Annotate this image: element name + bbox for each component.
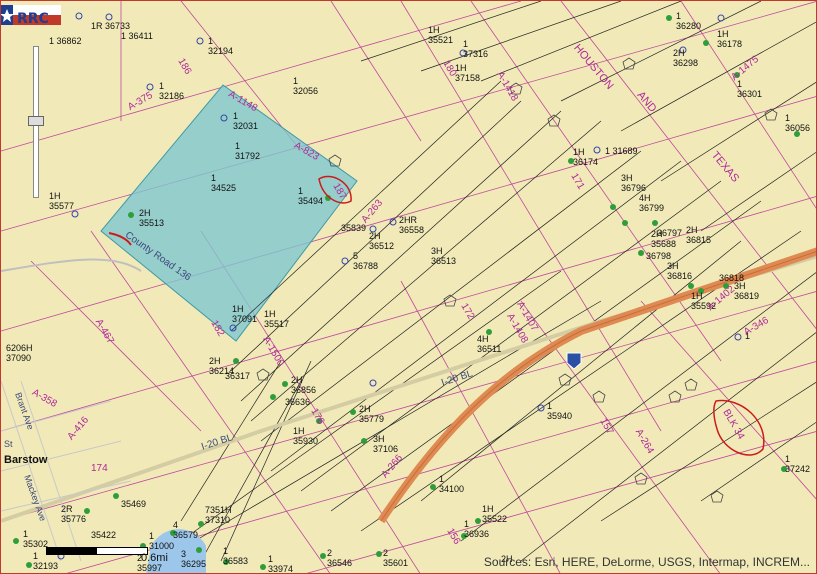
well-label: 1 35302 xyxy=(23,529,49,549)
well-label: 3H 36819 xyxy=(734,281,760,301)
well-label: 36798 xyxy=(646,251,672,261)
well-label: 1 37316 xyxy=(463,39,489,59)
well-label: 1 36936 xyxy=(464,519,490,539)
well-label: 1 32056 xyxy=(293,76,319,96)
railroad-commission-logo-icon: RRC xyxy=(1,5,61,27)
svg-text:RRC: RRC xyxy=(17,11,49,27)
well-label: 2H 35779 xyxy=(359,404,385,424)
well-label: 1H 35521 xyxy=(428,25,454,45)
well-label: 2H 36512 xyxy=(369,231,395,251)
zoom-slider[interactable] xyxy=(28,46,44,198)
well-label: 2HR 36558 xyxy=(399,215,425,235)
zoom-thumb[interactable] xyxy=(28,116,44,126)
scale-bar xyxy=(46,547,148,555)
well-label: 2R 35776 xyxy=(61,504,87,524)
well-label: 3H 37106 xyxy=(373,434,399,454)
attribution: Sources: Esri, HERE, DeLorme, USGS, Inte… xyxy=(483,555,810,569)
well-label: 1R 36733 xyxy=(91,21,131,31)
well-label: 35469 xyxy=(121,499,147,509)
well-label: 1 36056 xyxy=(785,113,811,133)
well-label: 1 36280 xyxy=(676,11,702,31)
well-label: 4H 36799 xyxy=(639,193,665,213)
well-label: 2 36546 xyxy=(327,548,353,568)
well-label: 3H 36513 xyxy=(431,246,457,266)
well-label: 2H 36815 xyxy=(686,225,712,245)
well-label: 1 32194 xyxy=(208,36,234,56)
well-label: 36636 xyxy=(285,397,311,407)
well-label: 2 35601 xyxy=(383,548,409,568)
well-label: 36797 xyxy=(657,228,683,238)
well-label: 1 34100 xyxy=(439,474,465,494)
well-label: 1 34525 xyxy=(211,173,237,193)
well-label: 36317 xyxy=(225,371,251,381)
well-label: 3H 36796 xyxy=(621,173,647,193)
well-label: 36818 xyxy=(719,273,745,283)
well-label: 1 36862 xyxy=(49,36,82,46)
pad-markers xyxy=(256,57,778,503)
well-label: 1H 37158 xyxy=(455,63,481,83)
well-label: 1 35494 xyxy=(298,186,324,206)
well-label: 1 33974 xyxy=(268,554,294,574)
well-label: 2H 35513 xyxy=(139,208,165,228)
well-label: 2H 36298 xyxy=(673,48,699,68)
well-label: 2H 36856 xyxy=(291,375,317,395)
well-label: 1H 35517 xyxy=(264,309,290,329)
well-label: 1H 36178 xyxy=(717,29,743,49)
well-label: 1H 36174 xyxy=(573,147,599,167)
well-label: 3H 36816 xyxy=(667,261,693,281)
well-label: 7351H 37310 xyxy=(205,505,232,525)
map-layer xyxy=(1,1,816,573)
well-label: 1 31000 xyxy=(149,531,175,551)
well-label: 3 36295 xyxy=(181,549,207,569)
scale-label: 0.6mi xyxy=(141,552,168,564)
well-label: 1H 37091 xyxy=(232,304,258,324)
well-label: 1 36411 xyxy=(121,31,153,41)
well-label: 1 32186 xyxy=(159,81,185,101)
well-label: 1H 35930 xyxy=(293,426,319,446)
well-label: 1H 35577 xyxy=(49,191,75,211)
well-label: 5 36788 xyxy=(353,251,379,271)
town-label: Barstow xyxy=(4,454,48,466)
well-label: 1 37242 xyxy=(785,454,811,474)
well-label: 6206H 37090 xyxy=(6,343,33,363)
county-road-136 xyxy=(1,258,142,272)
well-label: 1 31689 xyxy=(605,146,638,156)
street-label: St xyxy=(4,439,13,449)
map-view[interactable]: 1 36862 1R 36733 1 36411 1 32194 1 32186… xyxy=(0,0,817,574)
survey-grid xyxy=(1,1,816,573)
well-label: 35422 xyxy=(91,530,117,540)
well-label: 35839 xyxy=(341,223,367,233)
well-label: 1 32031 xyxy=(233,111,259,131)
well-label: 1 36301 xyxy=(737,79,763,99)
well-label: 4H 36511 xyxy=(477,334,502,354)
survey-label: 174 xyxy=(91,463,108,474)
well-label: 1 35940 xyxy=(547,401,573,421)
well-label: 1 36583 xyxy=(223,546,249,566)
well-label: 1 31792 xyxy=(235,141,261,161)
